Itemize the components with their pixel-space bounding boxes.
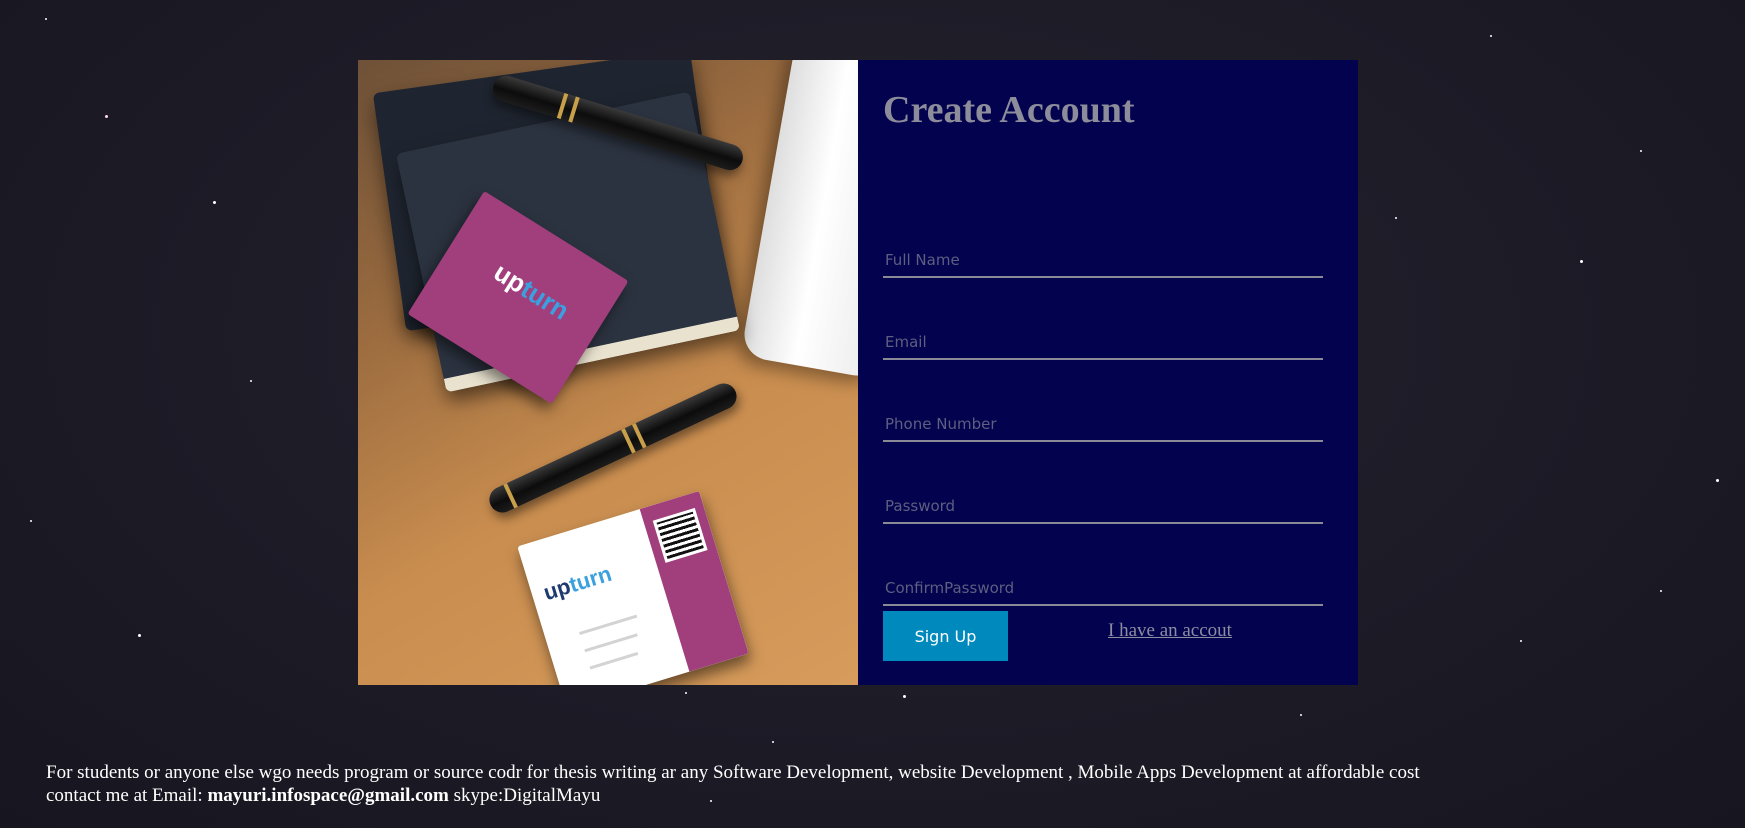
footer-notice: For students or anyone else wgo needs pr… — [46, 761, 1646, 807]
pen-image — [485, 379, 741, 517]
star — [1520, 640, 1522, 642]
footer-line-2: contact me at Email: mayuri.infospace@gm… — [46, 784, 1646, 807]
card-text-line — [584, 633, 638, 653]
star — [45, 18, 47, 20]
uplurn-logo: upturn — [540, 560, 615, 606]
star — [138, 634, 141, 637]
phone-image — [740, 60, 858, 380]
star — [30, 520, 32, 522]
business-card-image: upturn — [517, 490, 749, 685]
card-text-line — [589, 651, 639, 670]
star — [903, 695, 906, 698]
desk-photo: upturn upturn — [358, 60, 858, 685]
star — [1395, 217, 1397, 219]
signup-form: Create Account Sign Up I have an accout — [858, 60, 1358, 685]
star — [772, 741, 774, 743]
password-input[interactable] — [883, 490, 1323, 524]
signup-card: upturn upturn Create Account Sign Up I h… — [358, 60, 1358, 685]
pen-band — [503, 483, 518, 509]
contact-skype: skype:DigitalMayu — [453, 785, 601, 806]
star — [1660, 590, 1662, 592]
card-text-line — [579, 614, 638, 636]
full-name-input[interactable] — [883, 244, 1323, 278]
star — [1490, 35, 1492, 37]
sign-up-button[interactable]: Sign Up — [883, 611, 1008, 661]
footer-line-1: For students or anyone else wgo needs pr… — [46, 762, 1420, 783]
star — [1640, 150, 1642, 152]
contact-email: mayuri.infospace@gmail.com — [207, 785, 449, 806]
star — [1300, 714, 1302, 716]
star — [1580, 260, 1583, 263]
confirm-password-input[interactable] — [883, 572, 1323, 606]
contact-prefix: contact me at Email: — [46, 785, 203, 806]
pen-band — [621, 428, 636, 454]
have-account-link[interactable]: I have an accout — [1108, 620, 1232, 642]
pen-band — [556, 93, 569, 120]
form-title: Create Account — [883, 89, 1135, 131]
email-input[interactable] — [883, 326, 1323, 360]
star — [105, 115, 108, 118]
star — [685, 692, 687, 694]
star — [213, 201, 216, 204]
star — [250, 380, 252, 382]
pen-band — [568, 96, 580, 123]
phone-number-input[interactable] — [883, 408, 1323, 442]
star — [1716, 479, 1719, 482]
pen-band — [631, 423, 647, 449]
uplurn-logo: upturn — [488, 256, 575, 326]
